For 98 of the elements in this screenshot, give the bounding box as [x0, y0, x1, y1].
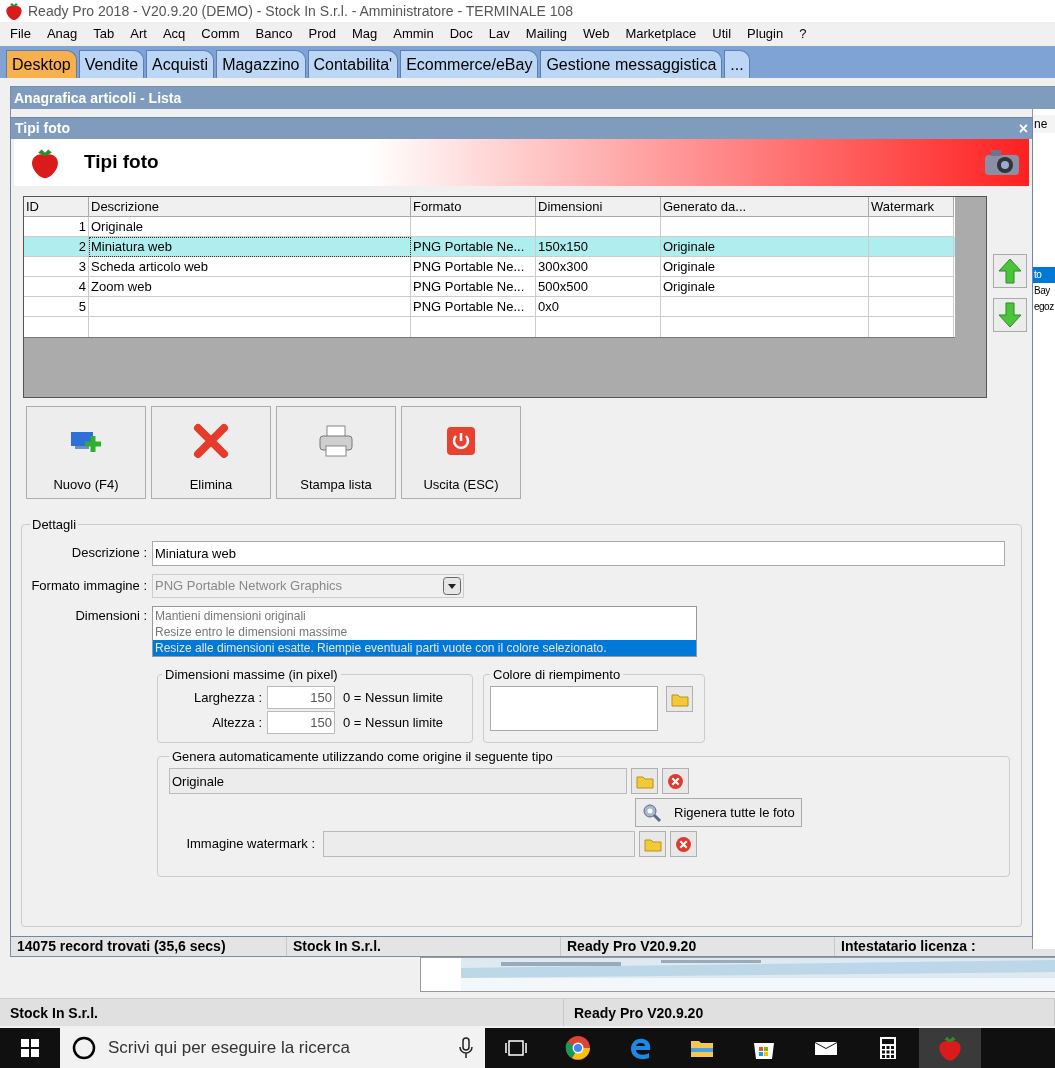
arrow-up-icon [998, 258, 1022, 284]
menu-item[interactable]: Doc [441, 24, 481, 44]
folder-icon [670, 691, 689, 707]
size-field[interactable]: 150 [267, 711, 335, 734]
hint-text: 0 = Nessun limite [342, 713, 444, 732]
folder-icon [635, 773, 654, 789]
folder-icon [643, 836, 662, 852]
source-field[interactable]: Originale [169, 768, 627, 794]
group-title: Colore di riempimento [492, 665, 622, 684]
watermark-field[interactable] [323, 831, 635, 857]
menu-item[interactable]: Comm [193, 24, 248, 44]
menu-item[interactable]: Anag [38, 24, 86, 44]
close-icon [675, 835, 692, 853]
dimensions-listbox[interactable]: Mantieni dimensioni originali Resize entro le dimensioni massime Resize alle dimensioni esatte. Riempie eventuali parti vuote con il colore selezionato. [152, 605, 697, 657]
menu-item[interactable]: ? [791, 24, 815, 44]
list-item[interactable]: Bay [1033, 283, 1055, 299]
description-field[interactable]: Miniatura web [152, 540, 1005, 566]
field-label: Dimensioni : [74, 606, 148, 625]
regenerate-button[interactable]: Rigenera tutte le foto [635, 798, 802, 827]
search-box[interactable]: Scrivi qui per eseguire la ricerca [60, 1028, 485, 1068]
chrome-icon [565, 1035, 591, 1061]
close-icon [667, 772, 684, 790]
list-option[interactable]: Mantieni dimensioni originali [153, 607, 696, 624]
menu-item[interactable]: Mailing [517, 24, 575, 44]
field-label: Larghezza : [193, 688, 263, 707]
menu-item[interactable]: Tab [85, 24, 123, 44]
table-row[interactable]: 5 PNG Portable Ne... 0x0 [24, 297, 955, 317]
tab[interactable]: Desktop [6, 50, 77, 78]
microphone-icon [459, 1037, 473, 1059]
field-label: Immagine watermark : [185, 835, 316, 854]
menu-item[interactable]: Mag [343, 24, 386, 44]
status-text: Stock In S.r.l. [0, 999, 564, 1026]
tab[interactable]: Ecommerce/eBay [400, 50, 539, 78]
toolbar-button[interactable]: Nuovo (F4) [26, 406, 146, 499]
windows-logo-icon [21, 1039, 39, 1057]
printer-icon [317, 423, 355, 458]
tab[interactable]: Acquisti [146, 50, 215, 78]
column-header: ne [1033, 115, 1055, 133]
clear-button[interactable] [662, 768, 689, 794]
list-item[interactable]: egoz [1033, 299, 1055, 315]
menu-item[interactable]: Ammin [385, 24, 442, 44]
window-title: Ready Pro 2018 - V20.9.20 (DEMO) - Stock In S.r.l. - Amministratore - TERMINALE 108 [28, 1, 574, 21]
color-swatch[interactable] [490, 686, 658, 731]
field-label: Formato immagine : [30, 576, 148, 595]
table-cell: 0x0 [536, 297, 661, 317]
tab[interactable]: ... [724, 50, 750, 78]
column-header[interactable]: Dimensioni [536, 197, 661, 217]
list-option[interactable]: Resize alle dimensioni esatte. Riempie eventuali parti vuote con il colore selezionato. [153, 639, 696, 656]
toolbar-button[interactable]: Uscita (ESC) [401, 406, 521, 499]
field-label: Descrizione : [70, 544, 148, 563]
strawberry-icon [936, 1034, 964, 1062]
window-title: Anagrafica articoli - Lista [11, 87, 1055, 109]
tab[interactable]: Magazzino [216, 50, 306, 78]
move-up-button[interactable] [993, 254, 1027, 288]
menu-item[interactable]: Art [122, 24, 155, 44]
group-title: Genera automaticamente utilizzando come origine il seguente tipo [171, 747, 554, 766]
column-header[interactable]: ID [24, 197, 89, 217]
toolbar-button[interactable]: Stampa lista [276, 406, 396, 499]
column-header[interactable]: Generato da... [661, 197, 869, 217]
status-text: Ready Pro V20.9.20 [564, 999, 1055, 1026]
cross-icon [193, 422, 229, 459]
power-icon [446, 425, 476, 456]
clear-button[interactable] [670, 831, 697, 857]
column-header[interactable]: Descrizione [89, 197, 411, 217]
header-title: Tipi foto [84, 150, 160, 175]
column-header[interactable]: Formato [411, 197, 536, 217]
column-header[interactable]: Watermark [869, 197, 954, 217]
list-option[interactable]: Resize entro le dimensioni massime [153, 623, 696, 640]
toolbar-button[interactable]: Elimina [151, 406, 271, 499]
menu-item[interactable]: Marketplace [617, 24, 705, 44]
tab[interactable]: Vendite [78, 50, 145, 78]
menu-item[interactable]: Banco [247, 24, 301, 44]
menu-item[interactable]: File [2, 24, 39, 44]
table-row[interactable]: 3 Scheda articolo web PNG Portable Ne... 300x300 Originale [24, 257, 955, 277]
list-item[interactable]: to [1033, 267, 1055, 283]
menu-item[interactable]: Prod [300, 24, 344, 44]
menu-item[interactable]: Web [575, 24, 618, 44]
size-field[interactable]: 150 [267, 686, 335, 709]
menu-item[interactable]: Util [704, 24, 740, 44]
move-down-button[interactable] [993, 298, 1027, 332]
app-logo-icon [4, 1, 24, 21]
table-row[interactable]: 2 Miniatura web PNG Portable Ne... 150x150 Originale [24, 237, 955, 257]
table-cell: 5 [24, 297, 89, 317]
circle-icon [72, 1036, 96, 1060]
menu-item[interactable]: Lav [480, 24, 518, 44]
tab[interactable]: Gestione messaggistica [540, 50, 723, 78]
tab[interactable]: Contabilita' [307, 50, 399, 78]
hint-text: 0 = Nessun limite [342, 688, 444, 707]
group-title: Dettagli [31, 516, 78, 534]
arrow-down-icon [998, 302, 1022, 328]
table-row[interactable]: 1 Originale [24, 217, 955, 237]
table-cell: PNG Portable Ne... [411, 297, 536, 317]
field-label: Altezza : [211, 713, 263, 732]
menu-item[interactable]: Acq [154, 24, 194, 44]
dialog-title: Tipi foto [15, 119, 70, 138]
table-row[interactable]: 4 Zoom web PNG Portable Ne... 500x500 Originale [24, 277, 955, 297]
group-title: Dimensioni massime (in pixel) [164, 665, 339, 684]
menu-item[interactable]: Plugin [739, 24, 792, 44]
